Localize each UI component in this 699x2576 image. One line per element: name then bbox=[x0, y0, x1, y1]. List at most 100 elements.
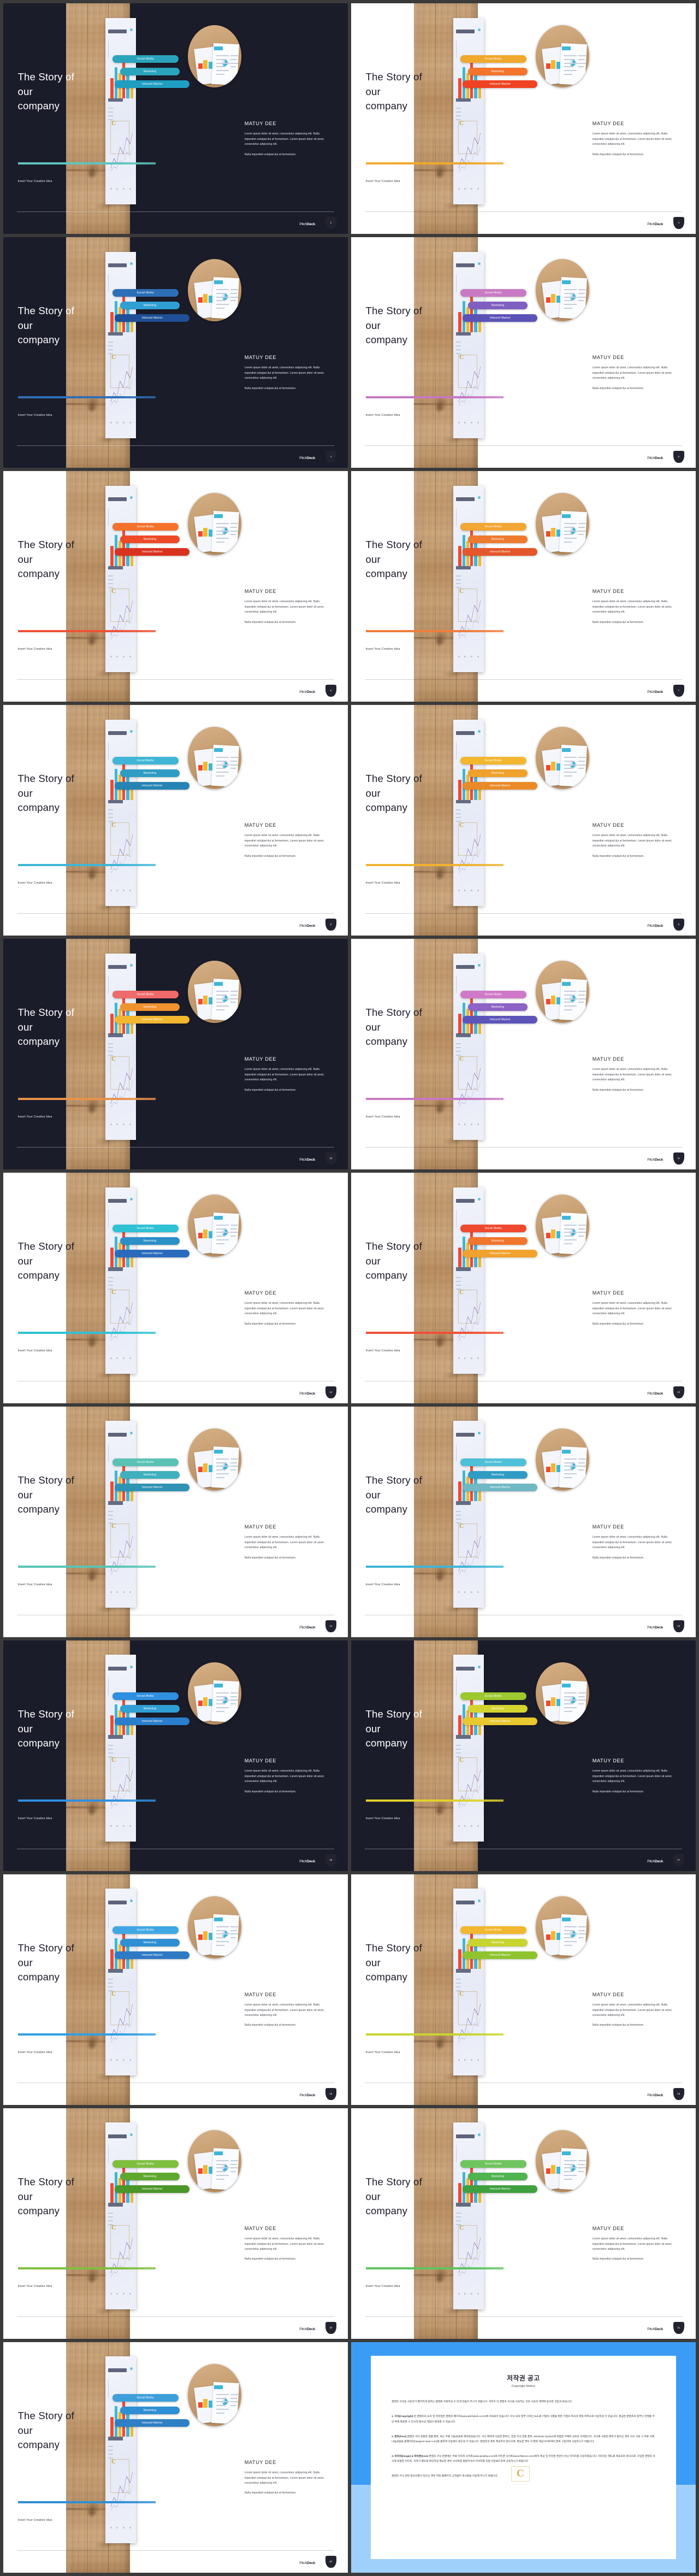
page-number-badge: 9 bbox=[673, 918, 684, 931]
slide-thumbnail-19[interactable]: C Social Media Marketing Inbound Market bbox=[351, 1874, 696, 2105]
pill-social-media[interactable]: Social Media bbox=[112, 1692, 179, 1700]
title-line-1: The Story of bbox=[365, 1240, 422, 1252]
page-number-badge: 10 bbox=[325, 1152, 336, 1165]
slide-thumbnail-4[interactable]: C Social Media Marketing Inbound Market bbox=[3, 237, 348, 468]
pill-social-media[interactable]: Social Media bbox=[112, 522, 179, 531]
slide-thumbnail-13[interactable]: C Social Media Marketing Inbound Market bbox=[351, 1172, 696, 1403]
paper-dot-row bbox=[458, 2292, 479, 2295]
pill-marketing[interactable]: Marketing bbox=[120, 535, 180, 543]
slide-thumbnail-5[interactable]: C Social Media Marketing Inbound Market bbox=[351, 237, 696, 468]
pill-social-media[interactable]: Social Media bbox=[112, 289, 179, 297]
brand-suffix: Deck bbox=[654, 2093, 664, 2098]
copyright-footer: 콘텐츠 서식 관련 문의사항이 있으신 경우 저희 홈페이지 고객센터 게시판을… bbox=[392, 2475, 499, 2478]
pill-social-media[interactable]: Social Media bbox=[460, 990, 526, 998]
slide-thumbnail-22[interactable]: C Social Media Marketing Inbound Market bbox=[3, 2342, 348, 2573]
pill-social-media[interactable]: Social Media bbox=[112, 1926, 179, 1934]
pill-marketing[interactable]: Marketing bbox=[120, 67, 180, 75]
paper-line-chart bbox=[458, 2237, 481, 2277]
right-text-column: MATUY DEE Lorem ipsum dolor sit amet, co… bbox=[593, 1056, 677, 1098]
title-line-2: our bbox=[365, 85, 381, 97]
slide-thumbnail-12[interactable]: C Social Media Marketing Inbound Market bbox=[3, 1172, 348, 1403]
pill-marketing[interactable]: Marketing bbox=[120, 301, 180, 309]
pill-social-media[interactable]: Social Media bbox=[460, 1926, 526, 1934]
copyright-para-1: 2. 폰트(Font) 콘텐츠 서식 본문은 정품 폰트, 또는 무료 나눔글꼴… bbox=[392, 2434, 655, 2445]
pill-social-media[interactable]: Social Media bbox=[112, 2393, 179, 2402]
slide-tagline: Insert Your Creative Idea bbox=[365, 2050, 400, 2054]
right-text-column: MATUY DEE Lorem ipsum dolor sit amet, co… bbox=[593, 121, 677, 162]
brand-suffix: Deck bbox=[306, 690, 316, 695]
title-line-2: our bbox=[17, 1722, 33, 1734]
body-paragraph-2: Nulla imperdiet volutpat dui at fermentu… bbox=[244, 854, 297, 858]
pill-marketing[interactable]: Marketing bbox=[468, 1237, 528, 1245]
person-name: MATUY DEE bbox=[244, 1992, 276, 1998]
body-paragraph-1: Lorem ipsum dolor sit amet, consectetur … bbox=[244, 2237, 324, 2251]
slide-tagline: Insert Your Creative Idea bbox=[365, 1816, 400, 1820]
page-number: 7 bbox=[678, 689, 679, 692]
slide-thumbnail-11[interactable]: C Social Media Marketing Inbound Market bbox=[351, 938, 696, 1169]
pill-social-media[interactable]: Social Media bbox=[460, 55, 526, 63]
pill-marketing[interactable]: Marketing bbox=[120, 1471, 180, 1479]
page-number-badge: 2 bbox=[325, 216, 336, 229]
body-paragraph-1: Lorem ipsum dolor sit amet, consectetur … bbox=[244, 834, 324, 848]
pill-social-media[interactable]: Social Media bbox=[112, 756, 179, 764]
pill-social-media[interactable]: Social Media bbox=[112, 55, 179, 63]
person-name: MATUY DEE bbox=[592, 1290, 624, 1296]
pill-social-media[interactable]: Social Media bbox=[460, 756, 526, 764]
accent-rule bbox=[17, 1098, 156, 1100]
footer-divider bbox=[17, 2550, 334, 2551]
body-paragraph-2: Nulla imperdiet volutpat dui at fermentu… bbox=[592, 386, 644, 390]
pill-marketing[interactable]: Marketing bbox=[120, 1237, 180, 1245]
pill-social-media[interactable]: Social Media bbox=[112, 2160, 179, 2168]
footer-divider bbox=[365, 1146, 682, 1148]
pitchdeck-logo: PitchDeck bbox=[647, 2093, 663, 2097]
pill-social-media[interactable]: Social Media bbox=[112, 1224, 179, 1232]
footer-divider bbox=[365, 679, 682, 680]
brand-prefix: Pitch bbox=[299, 2093, 307, 2098]
pill-marketing[interactable]: Marketing bbox=[468, 769, 528, 777]
pill-social-media[interactable]: Social Media bbox=[460, 289, 526, 297]
slide-thumbnail-9[interactable]: C Social Media Marketing Inbound Market bbox=[351, 704, 696, 936]
pill-marketing[interactable]: Marketing bbox=[468, 67, 528, 75]
pill-marketing[interactable]: Marketing bbox=[468, 535, 528, 543]
pill-marketing[interactable]: Marketing bbox=[120, 1938, 180, 1946]
slide-thumbnail-21[interactable]: C Social Media Marketing Inbound Market bbox=[351, 2108, 696, 2339]
slide-thumbnail-2[interactable]: C Social Media Marketing Inbound Market bbox=[3, 3, 348, 234]
copyright-slide[interactable]: 저작권 공고 Copyright Notice 콘텐츠 서식은 사용자가 편리하… bbox=[351, 2342, 696, 2573]
page-number-badge: 16 bbox=[325, 1854, 336, 1866]
slide-thumbnail-7[interactable]: C Social Media Marketing Inbound Market bbox=[351, 470, 696, 702]
person-name: MATUY DEE bbox=[592, 2226, 624, 2232]
pill-social-media[interactable]: Social Media bbox=[460, 1692, 526, 1700]
pill-marketing[interactable]: Marketing bbox=[468, 301, 528, 309]
pill-social-media[interactable]: Social Media bbox=[112, 990, 179, 998]
title-line-2: our bbox=[365, 1021, 381, 1033]
pill-social-media[interactable]: Social Media bbox=[112, 1458, 179, 1466]
pill-marketing[interactable]: Marketing bbox=[120, 2172, 180, 2180]
pill-marketing[interactable]: Marketing bbox=[120, 1704, 180, 1713]
pill-marketing[interactable]: Marketing bbox=[468, 2172, 528, 2180]
slide-thumbnail-14[interactable]: C Social Media Marketing Inbound Market bbox=[3, 1406, 348, 1637]
pill-marketing[interactable]: Marketing bbox=[120, 769, 180, 777]
pill-social-media[interactable]: Social Media bbox=[460, 2160, 526, 2168]
pill-social-media[interactable]: Social Media bbox=[460, 522, 526, 531]
slide-thumbnail-17[interactable]: C Social Media Marketing Inbound Market bbox=[351, 1640, 696, 1871]
pill-marketing[interactable]: Marketing bbox=[120, 2406, 180, 2414]
pill-marketing[interactable]: Marketing bbox=[468, 1704, 528, 1713]
pill-social-media[interactable]: Social Media bbox=[460, 1224, 526, 1232]
slide-thumbnail-18[interactable]: C Social Media Marketing Inbound Market bbox=[3, 1874, 348, 2105]
slide-thumbnail-3[interactable]: C Social Media Marketing Inbound Market bbox=[351, 3, 696, 234]
slide-thumbnail-10[interactable]: C Social Media Marketing Inbound Market bbox=[3, 938, 348, 1169]
brand-suffix: Deck bbox=[306, 924, 316, 928]
pill-social-media[interactable]: Social Media bbox=[460, 1458, 526, 1466]
pill-marketing[interactable]: Marketing bbox=[468, 1938, 528, 1946]
pill-marketing[interactable]: Marketing bbox=[120, 1003, 180, 1011]
paper-title-bar bbox=[108, 1666, 127, 1671]
slide-thumbnail-16[interactable]: C Social Media Marketing Inbound Market bbox=[3, 1640, 348, 1871]
pill-marketing[interactable]: Marketing bbox=[468, 1471, 528, 1479]
slide-thumbnail-20[interactable]: C Social Media Marketing Inbound Market bbox=[3, 2108, 348, 2339]
slide-thumbnail-8[interactable]: C Social Media Marketing Inbound Market bbox=[3, 704, 348, 936]
slide-thumbnail-6[interactable]: C Social Media Marketing Inbound Market bbox=[3, 470, 348, 702]
slide-thumbnail-15[interactable]: C Social Media Marketing Inbound Market bbox=[351, 1406, 696, 1637]
pill-marketing[interactable]: Marketing bbox=[468, 1003, 528, 1011]
paper-line-chart bbox=[110, 600, 133, 640]
page-number-badge: 17 bbox=[673, 1854, 684, 1866]
